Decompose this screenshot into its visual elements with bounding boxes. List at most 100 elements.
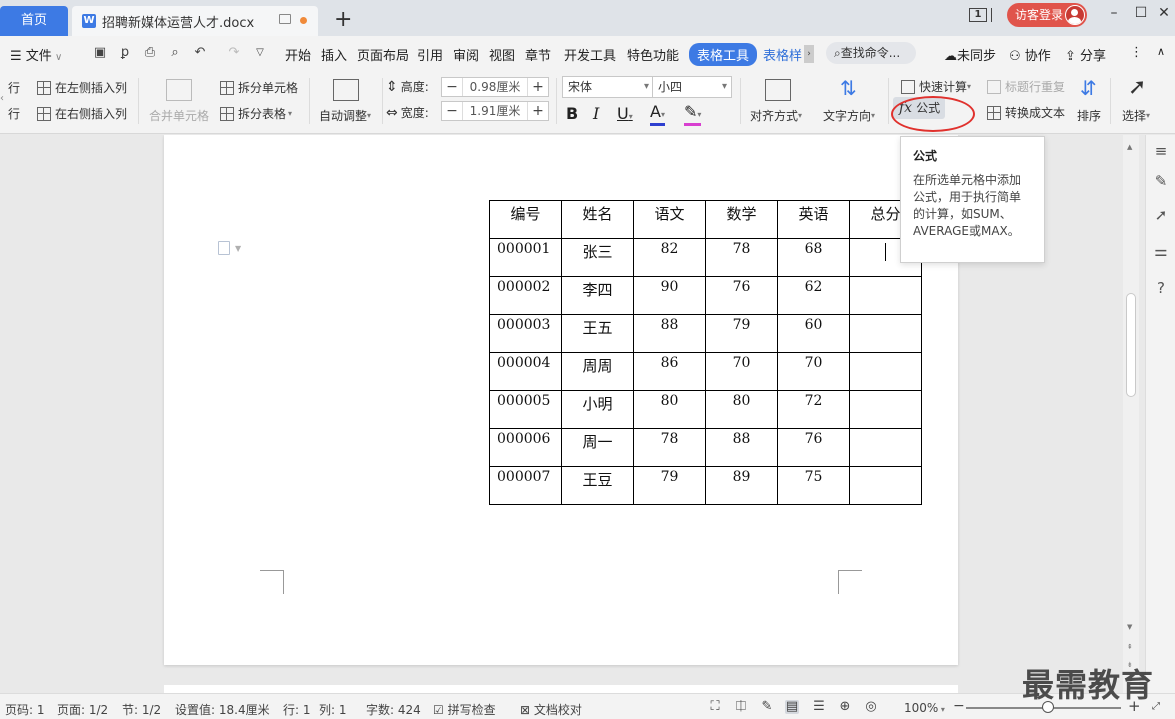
- table-cell-english[interactable]: 75: [777, 466, 850, 505]
- scrollbar-thumb[interactable]: [1126, 293, 1136, 397]
- menu-home[interactable]: 开始: [285, 45, 311, 64]
- table-cell-id[interactable]: 000002: [489, 276, 562, 315]
- export-pdf-icon[interactable]: ꝑ: [118, 46, 132, 60]
- table-cell-id[interactable]: 000001: [489, 238, 562, 277]
- table-cell-total[interactable]: [849, 314, 922, 353]
- table-cell-chinese[interactable]: 82: [633, 238, 706, 277]
- status-setting-value[interactable]: 设置值: 18.4厘米: [175, 701, 270, 718]
- collaborate-button[interactable]: ⚇ 协作: [1009, 45, 1051, 64]
- increase-height-button[interactable]: +: [528, 79, 548, 95]
- table-cell-name[interactable]: 王五: [561, 314, 634, 353]
- previous-page-icon[interactable]: ⇞: [1127, 643, 1133, 651]
- status-row[interactable]: 行: 1: [283, 701, 311, 718]
- paragraph-marker-icon[interactable]: [218, 241, 230, 255]
- repeat-header-button[interactable]: 标题行重复: [987, 78, 1065, 95]
- table-cell-math[interactable]: 70: [705, 352, 778, 391]
- table-cell-total[interactable]: [849, 390, 922, 429]
- menu-review[interactable]: 审阅: [453, 45, 479, 64]
- split-table-button[interactable]: 拆分表格 ▾: [220, 105, 292, 122]
- column-width-value[interactable]: 1.91厘米: [462, 102, 528, 120]
- table-header-cell[interactable]: 数学: [705, 200, 778, 239]
- print-icon[interactable]: ⎙: [143, 46, 157, 60]
- highlight-icon[interactable]: ✎▾: [684, 104, 702, 126]
- monitor-icon[interactable]: [279, 14, 291, 24]
- split-cells-button[interactable]: 拆分单元格: [220, 79, 298, 96]
- table-cell-id[interactable]: 000007: [489, 466, 562, 505]
- auto-fit-button[interactable]: 自动调整 ▾: [319, 107, 371, 124]
- page-count-icon[interactable]: 1: [969, 8, 987, 22]
- insert-row-above-button[interactable]: 行: [8, 79, 20, 96]
- insert-row-below-button[interactable]: 行: [8, 105, 20, 122]
- table-cell-english[interactable]: 60: [777, 314, 850, 353]
- table-header-cell[interactable]: 语文: [633, 200, 706, 239]
- menu-chapter[interactable]: 章节: [525, 45, 551, 64]
- table-cell-chinese[interactable]: 88: [633, 314, 706, 353]
- column-width-stepper[interactable]: − 1.91厘米 +: [441, 101, 549, 121]
- redo-icon[interactable]: ↷: [227, 46, 241, 60]
- menu-table-tools[interactable]: 表格工具: [689, 43, 758, 66]
- table-cell-math[interactable]: 76: [705, 276, 778, 315]
- fullscreen-icon[interactable]: ⛶: [708, 700, 722, 714]
- row-height-value[interactable]: 0.98厘米: [462, 78, 528, 96]
- text-direction-button[interactable]: 文字方向 ▾: [823, 107, 875, 124]
- table-cell-total[interactable]: [849, 276, 922, 315]
- table-cell-total[interactable]: [849, 428, 922, 467]
- cursor-select-icon[interactable]: ➚: [1153, 207, 1169, 223]
- table-header-cell[interactable]: 英语: [777, 200, 850, 239]
- increase-width-button[interactable]: +: [528, 103, 548, 119]
- undo-icon[interactable]: ↶: [193, 46, 207, 60]
- table-header-cell[interactable]: 姓名: [561, 200, 634, 239]
- table-cell-id[interactable]: 000006: [489, 428, 562, 467]
- menu-features[interactable]: 特色功能: [627, 45, 679, 64]
- menu-page-layout[interactable]: 页面布局: [357, 45, 409, 64]
- edit-pen-icon[interactable]: ✎: [760, 700, 774, 714]
- proofread-button[interactable]: ⊠ 文档校对: [520, 701, 582, 718]
- decrease-height-button[interactable]: −: [442, 79, 462, 95]
- search-command-input[interactable]: ⌕查找命令...: [826, 42, 916, 64]
- table-cell-math[interactable]: 80: [705, 390, 778, 429]
- chevron-right-icon[interactable]: ›: [804, 45, 814, 63]
- help-icon[interactable]: ?: [1153, 280, 1169, 296]
- score-table[interactable]: 编号 姓名 语文 数学 英语 总分 000001 张三 82 78 68 000…: [489, 200, 922, 505]
- outline-view-icon[interactable]: ☰: [812, 700, 826, 714]
- row-height-stepper[interactable]: − 0.98厘米 +: [441, 77, 549, 97]
- more-options-icon[interactable]: ⋮: [1130, 45, 1143, 60]
- table-cell-math[interactable]: 78: [705, 238, 778, 277]
- sliders-icon[interactable]: ⚌: [1153, 243, 1169, 259]
- quick-calc-button[interactable]: 快速计算 ▾: [901, 78, 971, 95]
- table-cell-id[interactable]: 000004: [489, 352, 562, 391]
- table-cell-english[interactable]: 68: [777, 238, 850, 277]
- table-cell-english[interactable]: 76: [777, 428, 850, 467]
- status-page-number[interactable]: 页码: 1: [5, 701, 45, 718]
- table-cell-chinese[interactable]: 79: [633, 466, 706, 505]
- table-cell-english[interactable]: 62: [777, 276, 850, 315]
- zoom-level[interactable]: 100% ▾: [904, 701, 945, 715]
- save-icon[interactable]: ▣: [93, 46, 107, 60]
- menu-developer[interactable]: 开发工具: [564, 45, 616, 64]
- home-tab[interactable]: 首页: [0, 6, 68, 36]
- eye-protection-icon[interactable]: ◎: [864, 700, 878, 714]
- scroll-down-icon[interactable]: ▼: [1127, 623, 1132, 631]
- convert-to-text-button[interactable]: 转换成文本: [987, 104, 1065, 121]
- table-cell-name[interactable]: 周周: [561, 352, 634, 391]
- spell-check-button[interactable]: ☑ 拼写检查: [433, 701, 496, 718]
- table-cell-chinese[interactable]: 90: [633, 276, 706, 315]
- insert-column-left-button[interactable]: 在左侧插入列: [37, 79, 127, 96]
- close-icon[interactable]: ✕: [1157, 6, 1171, 20]
- table-cell-name[interactable]: 小明: [561, 390, 634, 429]
- status-word-count[interactable]: 字数: 424: [366, 701, 421, 718]
- underline-icon[interactable]: U▾: [617, 104, 633, 123]
- zoom-out-icon[interactable]: −: [953, 698, 965, 714]
- new-tab-plus-icon[interactable]: +: [334, 6, 352, 34]
- menu-references[interactable]: 引用: [417, 45, 443, 64]
- table-cell-name[interactable]: 张三: [561, 238, 634, 277]
- table-cell-name[interactable]: 王豆: [561, 466, 634, 505]
- decrease-width-button[interactable]: −: [442, 103, 462, 119]
- menu-insert[interactable]: 插入: [321, 45, 347, 64]
- reading-mode-icon[interactable]: ⎅: [734, 700, 748, 714]
- collapse-ribbon-icon[interactable]: ∧: [1157, 45, 1165, 58]
- table-header-cell[interactable]: 编号: [489, 200, 562, 239]
- table-cell-name[interactable]: 周一: [561, 428, 634, 467]
- print-preview-icon[interactable]: ⌕: [168, 46, 182, 60]
- ribbon-scroll-left-icon[interactable]: ‹: [0, 88, 6, 108]
